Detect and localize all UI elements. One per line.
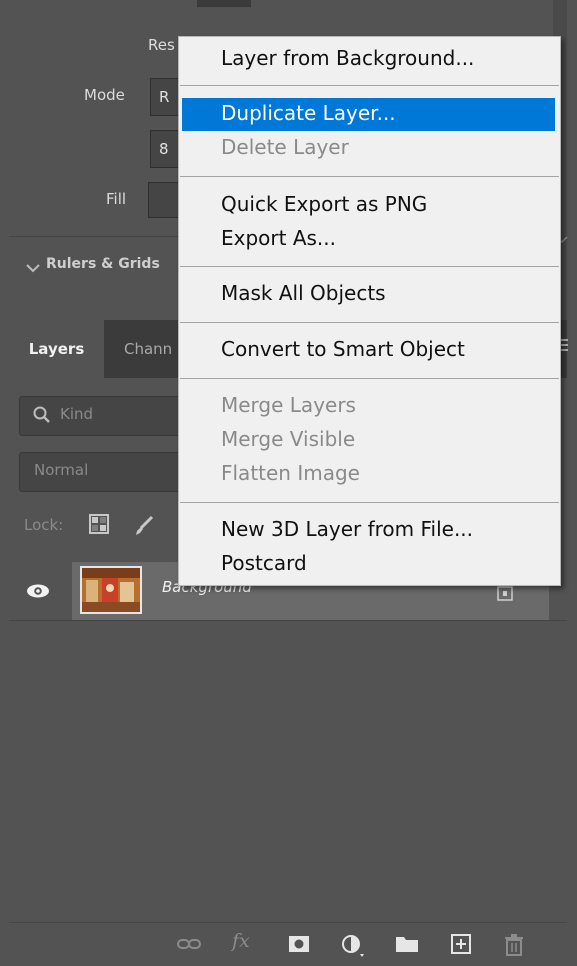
menu-item-layer-from-background[interactable]: Layer from Background...: [221, 46, 474, 70]
menu-item-postcard[interactable]: Postcard: [221, 551, 307, 575]
lock-transparency-icon[interactable]: [89, 514, 109, 538]
properties-top-control[interactable]: [197, 0, 251, 7]
menu-item-merge-layers[interactable]: Merge Layers: [221, 393, 356, 417]
bit-depth-value: 8: [159, 140, 169, 158]
adjustment-layer-icon[interactable]: [340, 934, 364, 962]
search-icon: [32, 405, 52, 429]
layer-lock-icon[interactable]: [497, 585, 513, 605]
new-group-icon[interactable]: [395, 934, 419, 958]
menu-item-merge-visible[interactable]: Merge Visible: [221, 427, 355, 451]
delete-layer-icon[interactable]: [504, 934, 524, 960]
menu-separator: [180, 176, 559, 177]
menu-item-flatten-image[interactable]: Flatten Image: [221, 461, 360, 485]
lock-label: Lock:: [24, 516, 64, 534]
mode-label: Mode: [84, 86, 125, 104]
menu-item-export-as[interactable]: Export As...: [221, 226, 336, 250]
section-chevron-icon[interactable]: [26, 258, 40, 277]
menu-item-convert-to-smart-object[interactable]: Convert to Smart Object: [221, 337, 465, 361]
tab-channels[interactable]: Chann: [124, 320, 172, 378]
menu-separator: [180, 85, 559, 86]
layer-context-menu: Layer from Background... Duplicate Layer…: [178, 36, 561, 586]
menu-separator: [180, 266, 559, 267]
menu-item-quick-export-png[interactable]: Quick Export as PNG: [221, 192, 427, 216]
visibility-eye-icon[interactable]: [26, 583, 50, 603]
blend-mode-value: Normal: [34, 461, 89, 479]
filter-kind-label[interactable]: Kind: [60, 405, 93, 423]
tab-layers[interactable]: Layers: [9, 320, 104, 378]
lock-image-pixels-icon[interactable]: [133, 514, 155, 540]
section-title-rulers-grids[interactable]: Rulers & Grids: [46, 256, 160, 270]
new-layer-icon[interactable]: [451, 934, 471, 958]
menu-item-mask-all-objects[interactable]: Mask All Objects: [221, 281, 386, 305]
mode-select-value: R: [159, 88, 170, 106]
menu-separator: [180, 502, 559, 503]
layer-row-divider: [9, 620, 567, 621]
menu-item-delete-layer[interactable]: Delete Layer: [221, 135, 349, 159]
menu-separator: [180, 322, 559, 323]
resolution-label: Res: [148, 36, 175, 54]
menu-separator: [180, 378, 559, 379]
fx-icon[interactable]: fx: [232, 930, 250, 952]
add-mask-icon[interactable]: [288, 934, 310, 958]
menu-item-duplicate-layer[interactable]: Duplicate Layer...: [221, 101, 396, 125]
link-layers-icon[interactable]: [176, 934, 202, 958]
menu-item-new-3d-layer-from-file[interactable]: New 3D Layer from File...: [221, 517, 473, 541]
fill-label: Fill: [106, 190, 127, 208]
layer-thumbnail[interactable]: [80, 566, 142, 614]
